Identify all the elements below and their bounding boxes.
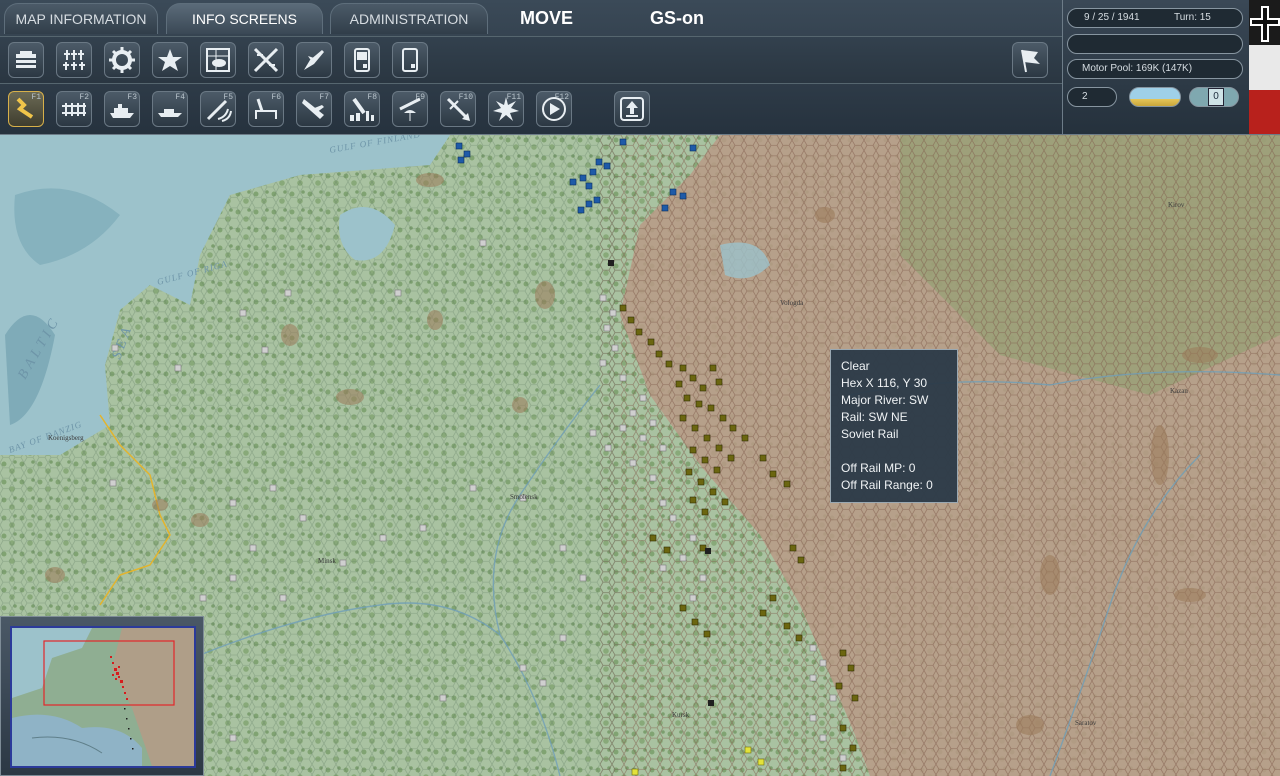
status-panel: 9 / 25 / 1941 Turn: 15 Motor Pool: 169K … [1062,0,1280,135]
air-transfer-icon[interactable]: F7 [296,91,332,127]
air-combat-icon[interactable] [248,42,284,78]
river-info: Major River: SW [841,393,929,407]
air-missions-icon[interactable] [296,42,332,78]
airborne-drop-icon[interactable]: F9 [392,91,428,127]
tab-administration[interactable]: ADMINISTRATION [330,3,488,34]
move-mode-icon[interactable]: F1 [8,91,44,127]
nation-flag [1249,0,1280,134]
tab-map-information[interactable]: MAP INFORMATION [4,3,158,34]
game-window: MAP INFORMATION INFO SCREENS ADMINISTRAT… [0,0,1280,776]
map-label-saratov: Saratov [1075,719,1097,727]
info-line [1067,34,1243,54]
date-display: 9 / 25 / 1941 [1084,12,1140,23]
date-turn-display: 9 / 25 / 1941 Turn: 15 [1067,8,1243,28]
explosion-icon[interactable]: F11 [488,91,524,127]
surrender-flag-icon[interactable] [1012,42,1048,78]
air-recon-icon[interactable]: F5 [200,91,236,127]
map-label-kirov: Kirov [1168,201,1185,209]
upload-icon[interactable] [614,91,650,127]
naval-mode-icon[interactable]: F4 [152,91,188,127]
reports-icon[interactable] [392,42,428,78]
minimap-view[interactable] [10,626,196,768]
air-attack-icon[interactable]: F10 [440,91,476,127]
hex-coordinates: Hex X 116, Y 30 [841,376,928,390]
gs-toggle[interactable]: GS-on [650,8,704,29]
minimap[interactable] [0,616,204,776]
map-label-koenigsberg: Koenigsberg [48,434,84,442]
naval-transport-icon[interactable]: F3 [104,91,140,127]
city-bombing-icon[interactable]: F8 [344,91,380,127]
iron-cross-icon [1250,6,1280,42]
commanders-icon[interactable] [56,42,92,78]
victory-star-icon[interactable] [152,42,188,78]
info-toolbar [0,36,1062,84]
mode-label: MOVE [520,8,574,28]
toggle-pill[interactable]: 0 [1189,87,1239,107]
construction-icon[interactable]: F6 [248,91,284,127]
map-label-vologda: Vologda [780,299,804,307]
rail-owner: Soviet Rail [841,427,899,441]
map-label-kazan: Kazan [1170,387,1188,395]
map-label-minsk: Minsk [318,557,336,565]
weather-indicator [1129,87,1181,107]
top-toolbar: MAP INFORMATION INFO SCREENS ADMINISTRAT… [0,0,1062,135]
rail-info: Rail: SW NE [841,410,908,424]
weather-icon[interactable] [200,42,236,78]
next-unit-icon[interactable]: F12 [536,91,572,127]
map-label-kursk: Kursk [672,711,690,719]
mode-toolbar: F1 F2 F3 F4 F5 F6 F7 F8 F9 F10 F11 F12 [0,86,1062,132]
turn-display: Turn: 15 [1174,12,1211,23]
production-gear-icon[interactable] [104,42,140,78]
counter-display: 2 [1067,87,1117,107]
motor-pool-display: Motor Pool: 169K (147K) [1067,59,1243,79]
terrain-type: Clear [841,359,870,373]
toggle-pill-value: 0 [1208,88,1224,106]
map-label-smolensk: Smolensk [510,493,538,501]
off-rail-mp: Off Rail MP: 0 [841,461,916,475]
unit-list-icon[interactable] [8,42,44,78]
rail-mode-icon[interactable]: F2 [56,91,92,127]
tab-info-screens[interactable]: INFO SCREENS [166,3,323,34]
supply-depot-icon[interactable] [344,42,380,78]
hex-info-tooltip: Clear Hex X 116, Y 30 Major River: SW Ra… [830,349,958,503]
off-rail-range: Off Rail Range: 0 [841,478,933,492]
tooltip-spacer [841,443,947,460]
